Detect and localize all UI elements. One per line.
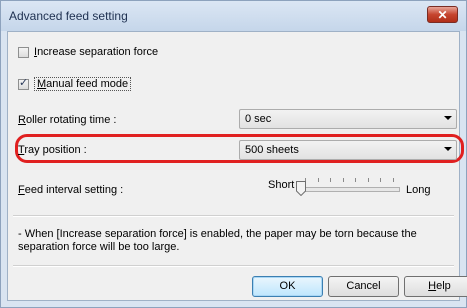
slider-tick	[393, 178, 394, 182]
manual-feed-mode-checkbox[interactable]	[18, 76, 29, 90]
roller-rotating-time-value: 0 sec	[245, 113, 272, 125]
feed-interval-label: Feed interval setting :	[18, 184, 124, 196]
slider-tick	[368, 178, 369, 182]
separation-force-note: - When [Increase separation force] is en…	[18, 228, 417, 253]
increase-separation-force-checkbox[interactable]	[18, 46, 29, 58]
increase-separation-force-option[interactable]: Increase separation force	[18, 44, 158, 60]
manual-feed-mode-label: Manual feed mode	[34, 77, 132, 91]
slider-tick	[343, 178, 344, 182]
feed-interval-slider-thumb[interactable]	[296, 181, 306, 196]
dialog-title: Advanced feed setting	[9, 9, 128, 23]
help-button[interactable]: Help	[404, 276, 467, 297]
dialog-window: Advanced feed setting ✕ Increase separat…	[0, 0, 467, 308]
separator	[13, 265, 454, 267]
increase-separation-force-label: Increase separation force	[34, 46, 159, 58]
chevron-down-icon	[444, 147, 452, 151]
feed-interval-long-label: Long	[406, 184, 431, 196]
close-button[interactable]: ✕	[427, 6, 458, 23]
slider-tick	[380, 178, 381, 182]
roller-rotating-time-label: Roller rotating time :	[18, 114, 117, 126]
slider-tick	[330, 178, 331, 182]
roller-rotating-time-select[interactable]: 0 sec	[239, 109, 457, 129]
feed-interval-slider-track[interactable]	[300, 187, 400, 192]
feed-interval-short-label: Short	[268, 179, 295, 191]
dialog-body: Increase separation force Manual feed mo…	[7, 31, 467, 301]
slider-tick	[318, 178, 319, 182]
tray-position-select[interactable]: 500 sheets	[239, 140, 457, 160]
cancel-button[interactable]: Cancel	[328, 276, 399, 297]
separator	[13, 215, 454, 217]
close-icon: ✕	[437, 8, 448, 22]
tray-position-value: 500 sheets	[245, 144, 299, 156]
chevron-down-icon	[444, 116, 452, 120]
manual-feed-mode-option[interactable]: Manual feed mode	[18, 76, 132, 92]
slider-tick	[355, 178, 356, 182]
title-bar[interactable]: Advanced feed setting ✕	[1, 1, 466, 31]
ok-button[interactable]: OK	[252, 276, 323, 297]
tray-position-label: Tray position :	[18, 144, 87, 156]
